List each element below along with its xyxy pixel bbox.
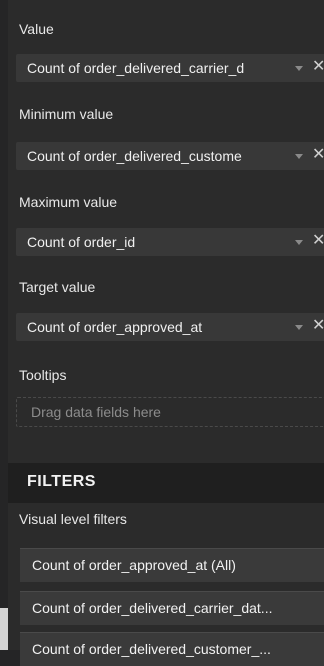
tooltips-label: Tooltips: [19, 367, 67, 383]
maximum-value-field-name: Count of order_id: [27, 234, 136, 250]
filters-header: FILTERS: [8, 463, 324, 503]
tooltips-drop-zone[interactable]: Drag data fields here: [16, 397, 324, 427]
maximum-value-label: Maximum value: [19, 194, 118, 210]
filter-card-label: Count of order_delivered_carrier_dat...: [32, 600, 273, 616]
filters-title: FILTERS: [27, 473, 96, 490]
value-label: Value: [19, 21, 54, 37]
close-icon[interactable]: ✕: [312, 57, 324, 77]
minimum-value-field-name: Count of order_delivered_custome: [27, 148, 242, 164]
filter-card[interactable]: Count of order_approved_at (All): [20, 548, 324, 582]
target-value-field-name: Count of order_approved_at: [27, 319, 203, 335]
value-field-name: Count of order_delivered_carrier_d: [27, 60, 245, 76]
maximum-value-field-well[interactable]: Count of order_id ✕: [16, 228, 324, 256]
drop-zone-placeholder: Drag data fields here: [31, 404, 161, 420]
close-icon[interactable]: ✕: [312, 231, 324, 251]
filter-card[interactable]: Count of order_delivered_carrier_dat...: [20, 591, 324, 625]
chevron-down-icon[interactable]: [295, 66, 303, 71]
close-icon[interactable]: ✕: [312, 316, 324, 336]
filter-card[interactable]: Count of order_delivered_customer_...: [20, 632, 324, 666]
minimum-value-field-well[interactable]: Count of order_delivered_custome ✕: [16, 142, 324, 170]
chevron-down-icon[interactable]: [295, 240, 303, 245]
chevron-down-icon[interactable]: [295, 325, 303, 330]
target-value-label: Target value: [19, 279, 96, 295]
canvas-edge: [0, 608, 8, 650]
chevron-down-icon[interactable]: [295, 154, 303, 159]
target-value-field-well[interactable]: Count of order_approved_at ✕: [16, 313, 324, 341]
filter-card-label: Count of order_delivered_customer_...: [32, 641, 271, 657]
visual-level-filters-label: Visual level filters: [19, 511, 127, 527]
filter-card-label: Count of order_approved_at (All): [32, 557, 236, 573]
value-field-well[interactable]: Count of order_delivered_carrier_d ✕: [16, 54, 324, 82]
minimum-value-label: Minimum value: [19, 106, 114, 122]
close-icon[interactable]: ✕: [312, 145, 324, 165]
